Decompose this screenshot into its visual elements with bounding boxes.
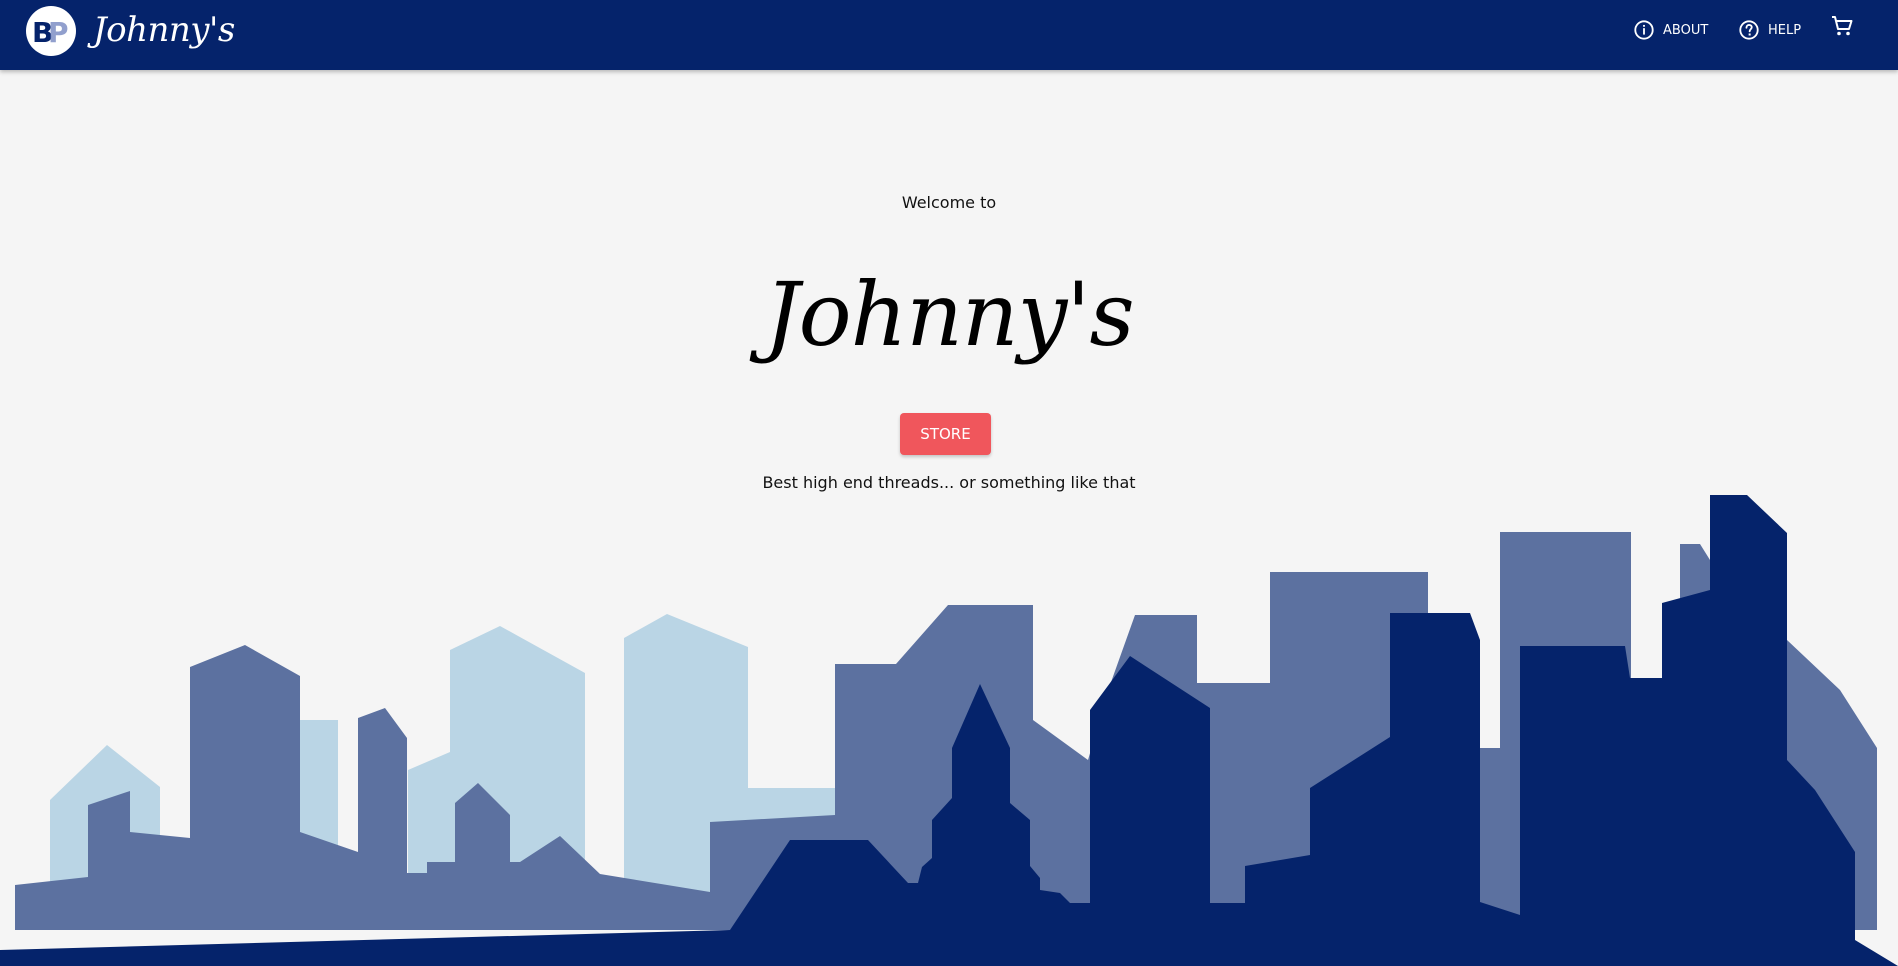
logo[interactable]: B P [26,6,76,56]
nav-help-label: HELP [1768,22,1802,38]
nav-about-link[interactable]: ABOUT [1633,18,1708,42]
help-icon [1739,20,1759,40]
hero-title: Johnny's [764,263,1134,366]
nav-about-label: ABOUT [1663,22,1709,38]
store-button[interactable]: STORE [900,413,991,455]
logo-icon: B P [32,16,69,48]
top-app-bar: B P Johnny's ABOUT HELP [0,0,1898,70]
cart-icon [1832,16,1853,36]
svg-text:P: P [48,16,69,48]
tagline: Best high end threads... or something li… [762,473,1136,492]
nav-help-link[interactable]: HELP [1738,18,1801,42]
cart-button[interactable] [1830,14,1862,38]
welcome-text: Welcome to [901,193,997,212]
info-icon [1634,20,1654,40]
brand-name[interactable]: Johnny's [93,2,235,58]
